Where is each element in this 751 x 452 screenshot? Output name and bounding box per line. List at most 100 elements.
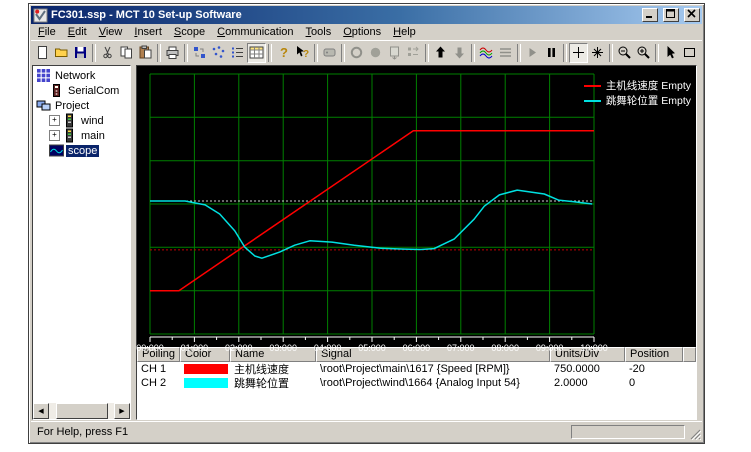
zoom-out-icon[interactable] bbox=[615, 43, 634, 63]
copy-icon[interactable] bbox=[117, 43, 136, 63]
menu-view[interactable]: View bbox=[93, 25, 129, 39]
record-icon bbox=[366, 43, 385, 63]
toolbar-separator bbox=[425, 44, 429, 62]
cell-signal: \root\Project\main\1617 {Speed [RPM]} bbox=[316, 363, 550, 375]
status-bar: For Help, press F1 bbox=[31, 421, 702, 441]
scope-chart[interactable]: 00:00001:00002:00003:00004:00005:00006:0… bbox=[137, 66, 696, 347]
x-tick-label: 05:000 bbox=[358, 343, 386, 353]
menu-help[interactable]: Help bbox=[387, 25, 422, 39]
cell-polling: CH 1 bbox=[137, 363, 180, 375]
connect-drive-icon bbox=[320, 43, 339, 63]
zoom-box-icon[interactable] bbox=[680, 43, 699, 63]
scope-wave-icon[interactable] bbox=[477, 43, 496, 63]
open-icon[interactable] bbox=[52, 43, 71, 63]
legend-label: 主机线速度 Empty bbox=[606, 78, 691, 93]
expand-icon[interactable]: + bbox=[49, 115, 60, 126]
column-header-position[interactable]: Position bbox=[625, 347, 683, 362]
x-tick-label: 07:000 bbox=[447, 343, 475, 353]
cut-icon[interactable] bbox=[98, 43, 117, 63]
save-icon[interactable] bbox=[71, 43, 90, 63]
app-icon bbox=[33, 8, 48, 23]
expand-icon[interactable]: + bbox=[49, 130, 60, 141]
table-row[interactable]: CH 2跳舞轮位置\root\Project\wind\1664 {Analog… bbox=[137, 376, 696, 390]
table-row[interactable]: CH 1主机线速度\root\Project\main\1617 {Speed … bbox=[137, 362, 696, 376]
tree-item-network[interactable]: Network bbox=[33, 68, 130, 83]
status-progress-field bbox=[571, 425, 685, 439]
toolbar-separator bbox=[268, 44, 272, 62]
tracking-cursor-icon[interactable] bbox=[588, 43, 607, 63]
status-text: For Help, press F1 bbox=[37, 426, 128, 438]
drive-icon bbox=[62, 128, 77, 143]
tree-item-wind[interactable]: + wind bbox=[33, 113, 130, 128]
help-icon[interactable]: ? bbox=[274, 43, 293, 63]
network-grid-icon bbox=[36, 68, 51, 83]
tree-item-label: Project bbox=[53, 100, 91, 112]
cell-position: 0 bbox=[625, 377, 683, 389]
move-up-icon[interactable] bbox=[431, 43, 450, 63]
menu-options[interactable]: Options bbox=[337, 25, 387, 39]
tree-hscrollbar[interactable]: ◀ ▶ bbox=[33, 403, 130, 419]
step-right-icon[interactable] bbox=[699, 43, 702, 63]
project-icon bbox=[36, 98, 51, 113]
menu-file[interactable]: File bbox=[32, 25, 62, 39]
read-from-drive-icon bbox=[385, 43, 404, 63]
scope-tree-icon bbox=[49, 143, 64, 158]
move-down-icon bbox=[450, 43, 469, 63]
toolbar-separator bbox=[609, 44, 613, 62]
maximize-button[interactable] bbox=[663, 8, 679, 22]
context-help-icon[interactable]: ? bbox=[293, 43, 312, 63]
legend-color-dash bbox=[584, 100, 601, 102]
parameter-grid-icon[interactable] bbox=[247, 43, 266, 63]
window-title: FC301.ssp - MCT 10 Set-up Software bbox=[51, 9, 637, 21]
play-icon bbox=[523, 43, 542, 63]
toolbar-separator bbox=[471, 44, 475, 62]
chart-legend: 主机线速度 Empty跳舞轮位置 Empty bbox=[584, 78, 691, 108]
menu-communication[interactable]: Communication bbox=[211, 25, 299, 39]
table-body: CH 1主机线速度\root\Project\main\1617 {Speed … bbox=[137, 362, 696, 390]
minimize-button[interactable] bbox=[642, 8, 658, 22]
cell-color bbox=[180, 378, 230, 388]
scrollbar-thumb[interactable] bbox=[56, 403, 108, 419]
crosshair-icon[interactable] bbox=[569, 43, 588, 63]
scroll-left-button[interactable]: ◀ bbox=[33, 403, 49, 419]
svg-text:?: ? bbox=[303, 49, 309, 60]
close-button[interactable] bbox=[684, 8, 700, 22]
tree-item-scope[interactable]: scope bbox=[33, 143, 130, 158]
resize-grip-icon[interactable] bbox=[688, 427, 701, 440]
network-scan-icon[interactable] bbox=[209, 43, 228, 63]
main-window: FC301.ssp - MCT 10 Set-up Software FileE… bbox=[28, 3, 705, 444]
toolbar-separator bbox=[92, 44, 96, 62]
new-icon[interactable] bbox=[33, 43, 52, 63]
x-tick-label: 00:000 bbox=[136, 343, 164, 353]
tree-item-main[interactable]: +main bbox=[33, 128, 130, 143]
scrollbar-track[interactable] bbox=[49, 403, 114, 419]
menu-scope[interactable]: Scope bbox=[168, 25, 211, 39]
pause-icon[interactable] bbox=[542, 43, 561, 63]
x-tick-label: 10:000 bbox=[580, 343, 608, 353]
parameter-sort-icon[interactable] bbox=[190, 43, 209, 63]
menu-tools[interactable]: Tools bbox=[300, 25, 338, 39]
scroll-right-button[interactable]: ▶ bbox=[114, 403, 130, 419]
tree-item-serialcom[interactable]: SerialCom bbox=[33, 83, 130, 98]
tree-item-project[interactable]: Project bbox=[33, 98, 130, 113]
scope-plot-svg[interactable]: 00:00001:00002:00003:00004:00005:00006:0… bbox=[137, 66, 696, 347]
paste-icon[interactable] bbox=[136, 43, 155, 63]
zoom-in-icon[interactable] bbox=[634, 43, 653, 63]
print-icon[interactable] bbox=[163, 43, 182, 63]
cell-position: -20 bbox=[625, 363, 683, 375]
channel-color-swatch bbox=[184, 378, 228, 388]
x-tick-label: 04:000 bbox=[314, 343, 342, 353]
tree-item-label: wind bbox=[79, 115, 106, 127]
tree-item-label: SerialCom bbox=[66, 85, 121, 97]
titlebar[interactable]: FC301.ssp - MCT 10 Set-up Software bbox=[31, 6, 702, 24]
close-icon bbox=[687, 9, 697, 18]
menu-edit[interactable]: Edit bbox=[62, 25, 93, 39]
stop-icon bbox=[347, 43, 366, 63]
menu-insert[interactable]: Insert bbox=[128, 25, 168, 39]
cell-signal: \root\Project\wind\1664 {Analog Input 54… bbox=[316, 377, 550, 389]
column-header-filler bbox=[683, 347, 696, 362]
cell-units_div: 2.0000 bbox=[550, 377, 625, 389]
pointer-icon[interactable] bbox=[661, 43, 680, 63]
channel-color-swatch bbox=[184, 364, 228, 374]
parameter-list-icon[interactable] bbox=[228, 43, 247, 63]
